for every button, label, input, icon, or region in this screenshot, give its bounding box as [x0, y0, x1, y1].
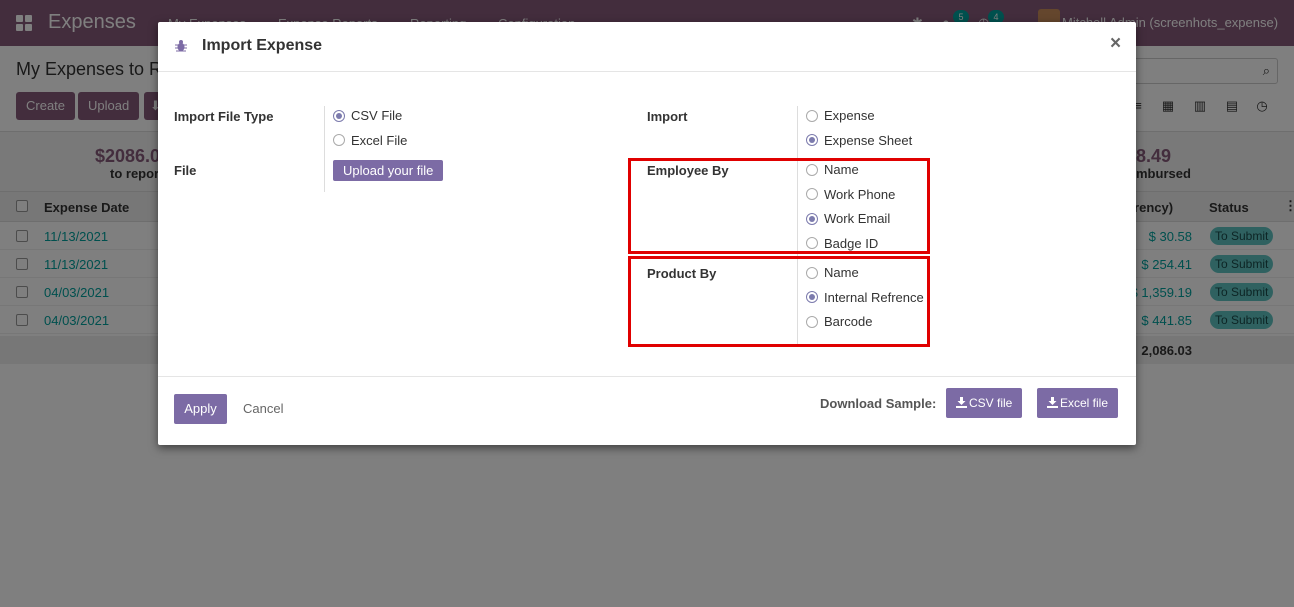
option-expense[interactable]: Expense [824, 108, 875, 123]
option-csv-file[interactable]: CSV File [351, 108, 402, 123]
download-excel-button[interactable]: Excel file [1037, 388, 1119, 418]
bug-icon [175, 40, 187, 52]
radio-expense[interactable] [806, 110, 818, 122]
file-label: File [174, 163, 197, 178]
dialog-header: Import Expense × [158, 22, 1136, 72]
apply-button[interactable]: Apply [174, 394, 227, 424]
cancel-button[interactable]: Cancel [243, 401, 283, 416]
upload-file-button[interactable]: Upload your file [333, 160, 444, 181]
download-csv-label: CSV file [969, 396, 1013, 410]
download-csv-button[interactable]: CSV file [946, 388, 1023, 418]
import-expense-dialog: Import Expense × Import File Type CSV Fi… [158, 22, 1136, 445]
import-label: Import [647, 109, 688, 124]
download-icon [956, 397, 967, 408]
option-excel-file[interactable]: Excel File [351, 133, 407, 148]
download-icon [1047, 397, 1058, 408]
option-expense-sheet[interactable]: Expense Sheet [824, 133, 912, 148]
radio-csv-file[interactable] [333, 110, 345, 122]
employee-by-highlight [628, 158, 930, 254]
radio-expense-sheet[interactable] [806, 134, 818, 146]
import-file-type-label: Import File Type [174, 109, 274, 124]
radio-excel-file[interactable] [333, 134, 345, 146]
close-icon[interactable]: × [1110, 33, 1121, 55]
dialog-footer: Apply Cancel Download Sample: CSV file E… [158, 376, 1136, 445]
product-by-highlight [628, 256, 930, 347]
download-sample-label: Download Sample: [820, 396, 937, 411]
field-divider [324, 106, 325, 192]
dialog-title: Import Expense [202, 37, 323, 54]
download-excel-label: Excel file [1060, 396, 1109, 410]
